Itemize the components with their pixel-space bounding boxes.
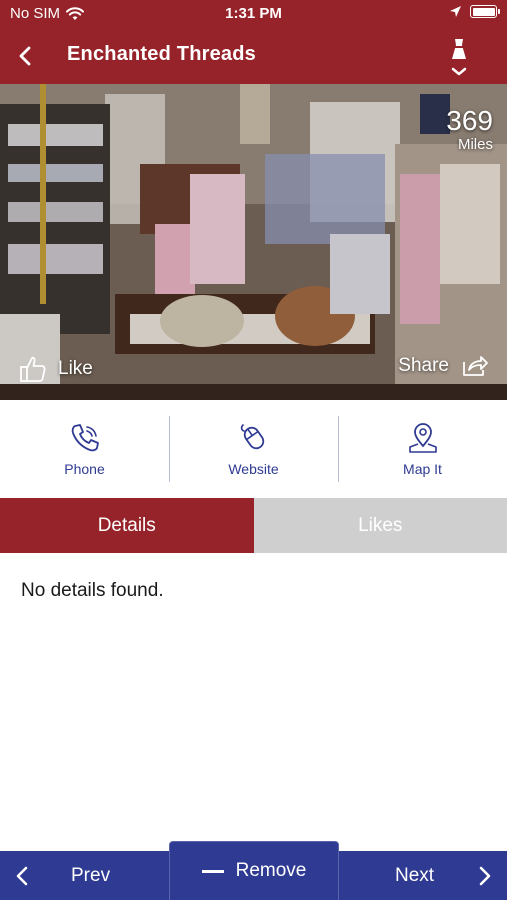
- distance-readout: 369 Miles: [446, 105, 493, 154]
- map-pin-icon: [408, 423, 437, 453]
- battery-icon: [470, 5, 500, 18]
- share-icon: [463, 356, 488, 376]
- details-message: No details found.: [21, 580, 164, 601]
- remove-label: Remove: [235, 860, 307, 881]
- thumbs-up-icon: [20, 356, 46, 382]
- dress-filter-icon[interactable]: [447, 37, 471, 79]
- bottom-nav-bar: Prev Remove Next: [0, 841, 507, 900]
- like-label: Like: [58, 358, 93, 379]
- like-button[interactable]: Like: [18, 354, 93, 384]
- phone-button[interactable]: Phone: [0, 400, 169, 498]
- minus-icon: [201, 869, 224, 873]
- share-label: Share: [398, 355, 449, 376]
- map-it-button[interactable]: Map It: [338, 400, 507, 498]
- chevron-left-icon: [16, 866, 28, 886]
- store-photo: 369 Miles Like Share: [0, 84, 507, 400]
- tab-bar: Details Likes: [0, 498, 507, 553]
- status-bar: No SIM 1:31 PM: [0, 0, 507, 28]
- next-label: Next: [395, 865, 435, 886]
- phone-icon: [71, 424, 99, 452]
- distance-value: 369: [446, 105, 493, 136]
- status-time: 1:31 PM: [225, 5, 282, 22]
- prev-label: Prev: [71, 865, 111, 886]
- chevron-left-icon[interactable]: [12, 42, 40, 70]
- mouse-icon: [240, 424, 264, 450]
- distance-unit: Miles: [457, 136, 493, 153]
- chevron-right-icon: [479, 866, 491, 886]
- nav-bar: Enchanted Threads: [0, 28, 507, 84]
- action-row: Phone Website Map It: [0, 400, 507, 498]
- prev-button[interactable]: Prev: [0, 851, 168, 900]
- website-label: Website: [228, 461, 279, 477]
- store-interior-image: [0, 84, 507, 400]
- next-button[interactable]: Next: [339, 851, 507, 900]
- remove-button[interactable]: Remove: [169, 841, 339, 900]
- tab-likes[interactable]: Likes: [253, 498, 507, 553]
- website-button[interactable]: Website: [169, 400, 338, 498]
- map-it-label: Map It: [403, 461, 442, 477]
- status-right: [449, 5, 500, 18]
- share-button[interactable]: Share: [398, 354, 489, 378]
- phone-label: Phone: [64, 461, 105, 477]
- page-title: Enchanted Threads: [67, 43, 256, 65]
- tab-details[interactable]: Details: [0, 498, 254, 553]
- location-arrow-icon: [450, 6, 461, 17]
